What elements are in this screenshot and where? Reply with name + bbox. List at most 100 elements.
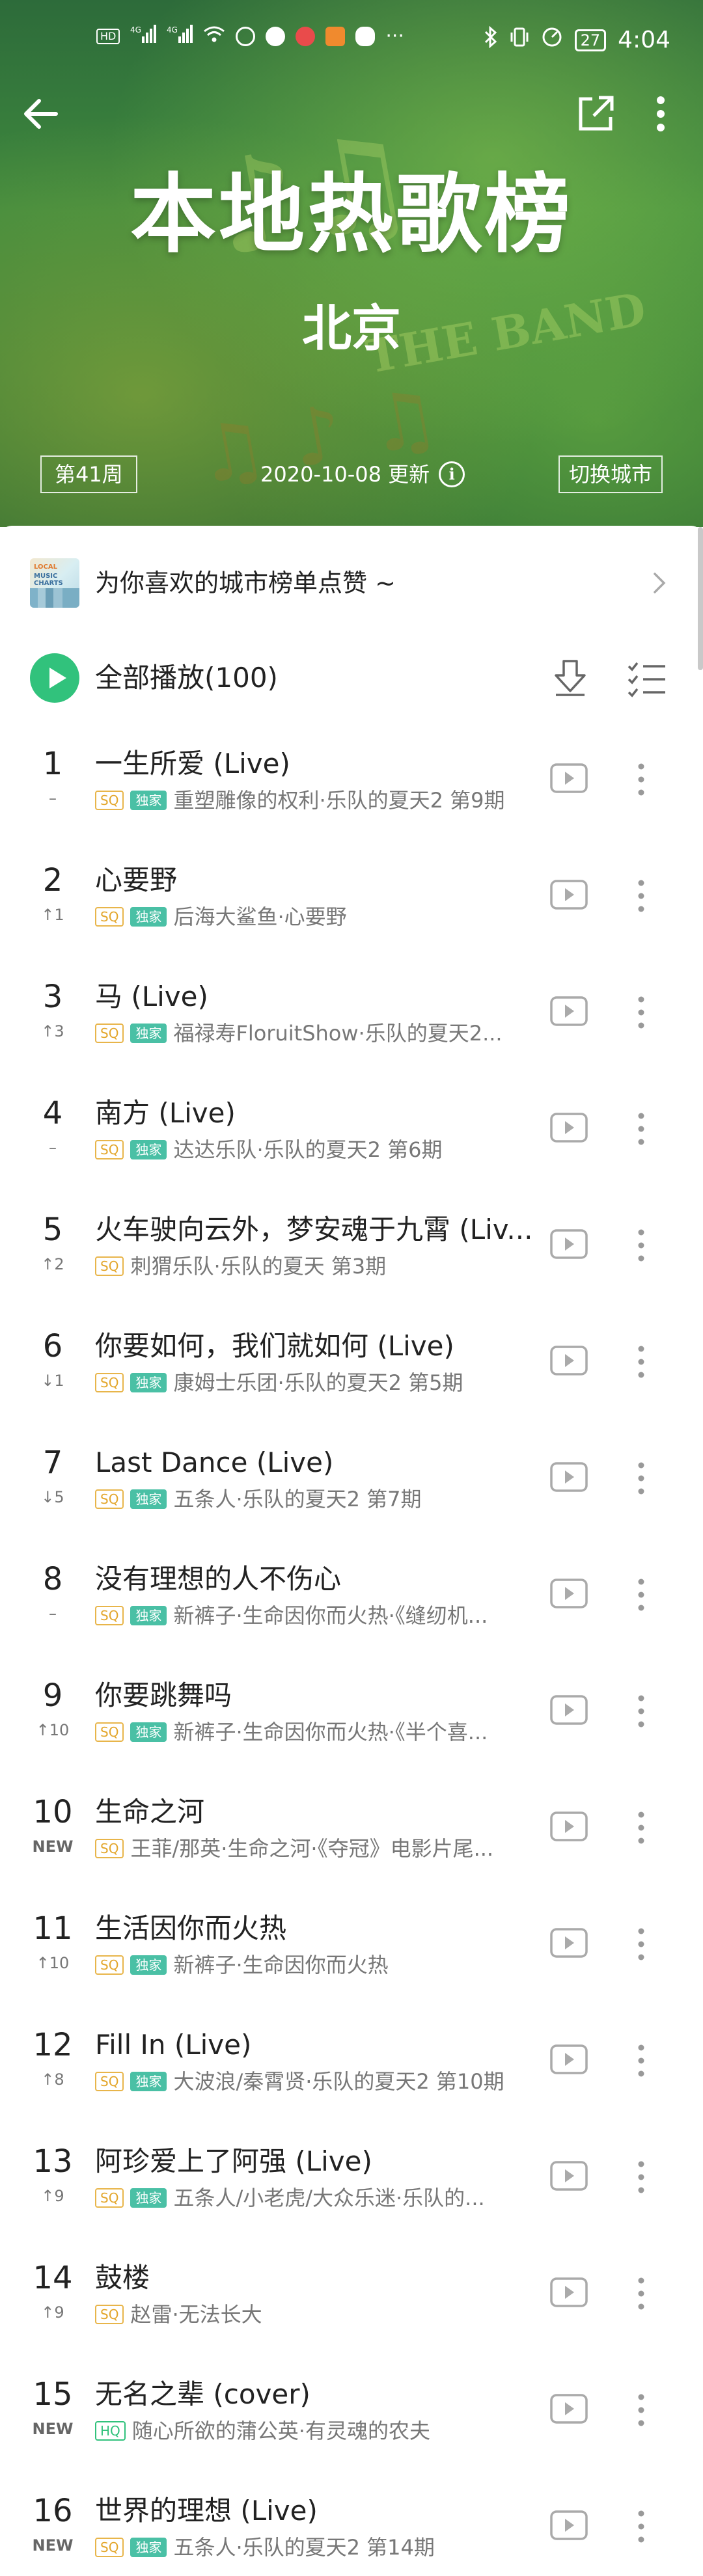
- mv-play-icon[interactable]: [549, 2393, 588, 2424]
- song-artist-album: 福禄寿FloruitShow·乐队的夏天2...: [173, 1022, 503, 1045]
- song-artist-album: 赵雷·无法长大: [130, 2303, 262, 2326]
- song-more-icon[interactable]: [631, 875, 651, 917]
- song-more-icon[interactable]: [631, 2156, 651, 2198]
- song-title: 阿珍爱上了阿强 (Live): [95, 2145, 372, 2177]
- mv-play-icon[interactable]: [549, 2510, 588, 2541]
- song-title: 鼓楼: [95, 2262, 150, 2294]
- battery-indicator: 27: [574, 29, 607, 51]
- song-meta: SQ 独家 后海大鲨鱼·心要野: [95, 905, 551, 929]
- scrollbar-thumb[interactable]: [698, 527, 703, 670]
- song-meta: SQ 独家 新裤子·生命因你而火热: [95, 1953, 551, 1977]
- song-rank: 7: [42, 1444, 63, 1481]
- song-rank: 14: [33, 2260, 73, 2296]
- song-rank: 9: [42, 1677, 63, 1714]
- mv-play-icon[interactable]: [549, 996, 588, 1027]
- exclusive-badge: 独家: [130, 2538, 167, 2557]
- mv-play-icon[interactable]: [549, 1112, 588, 1143]
- mv-play-icon[interactable]: [549, 1811, 588, 1842]
- song-more-icon[interactable]: [631, 1923, 651, 1965]
- song-more-icon[interactable]: [631, 1574, 651, 1616]
- mv-play-icon[interactable]: [549, 1461, 588, 1493]
- info-icon[interactable]: i: [439, 461, 465, 487]
- song-meta: SQ 独家 新裤子·生命因你而火热·《半个喜...: [95, 1720, 551, 1744]
- update-info: 2020-10-08 更新 i: [260, 457, 465, 492]
- local-charts-thumbnail: LOCAL MUSIC CHARTS: [30, 558, 79, 608]
- song-row[interactable]: 4 – 南方 (Live) SQ 独家 达达乐队·乐队的夏天2 第6期: [0, 1065, 703, 1182]
- song-rank: 15: [33, 2376, 73, 2413]
- skyline-graphic: [30, 588, 79, 608]
- song-more-icon[interactable]: [631, 759, 651, 800]
- switch-city-button[interactable]: 切换城市: [558, 455, 663, 493]
- song-row[interactable]: 8 – 没有理想的人不伤心 SQ 独家 新裤子·生命因你而火热·《缝纫机...: [0, 1531, 703, 1647]
- song-more-icon[interactable]: [631, 2273, 651, 2314]
- mv-play-icon[interactable]: [549, 879, 588, 910]
- song-row[interactable]: 2 ↑1 心要野 SQ 独家 后海大鲨鱼·心要野: [0, 832, 703, 949]
- quality-badge: SQ: [95, 2538, 124, 2557]
- quality-badge: SQ: [95, 1024, 124, 1043]
- song-row[interactable]: 5 ↑2 火车驶向云外，梦安魂于九霄 (Liv... SQ 刺猬乐队·乐队的夏天 第3期: [0, 1182, 703, 1298]
- mv-play-icon[interactable]: [549, 1345, 588, 1376]
- song-row[interactable]: 9 ↑10 你要跳舞吗 SQ 独家 新裤子·生命因你而火热·《半个喜...: [0, 1647, 703, 1764]
- song-row[interactable]: 11 ↑10 生活因你而火热 SQ 独家 新裤子·生命因你而火热: [0, 1880, 703, 1997]
- song-row[interactable]: 10 NEW 生命之河 SQ 王菲/那英·生命之河·《夺冠》电影片尾...: [0, 1764, 703, 1880]
- rank-change: ↑10: [36, 1721, 70, 1739]
- song-meta: SQ 独家 五条人·乐队的夏天2 第14期: [95, 2536, 551, 2559]
- song-more-icon[interactable]: [631, 1457, 651, 1499]
- song-title: 一生所爱 (Live): [95, 748, 290, 780]
- mv-play-icon[interactable]: [549, 2160, 588, 2191]
- song-rank: 1: [42, 746, 63, 782]
- song-row[interactable]: 1 – 一生所爱 (Live) SQ 独家 重塑雕像的权利·乐队的夏天2 第9期: [0, 716, 703, 832]
- update-date: 2020-10-08 更新: [260, 462, 430, 487]
- play-all-row: 全部播放(100): [0, 644, 703, 709]
- song-meta: SQ 独家 大波浪/秦霄贤·乐队的夏天2 第10期: [95, 2070, 551, 2093]
- song-row[interactable]: 3 ↑3 马 (Live) SQ 独家 福禄寿FloruitShow·乐队的夏天2...: [0, 949, 703, 1065]
- back-button[interactable]: [20, 91, 65, 137]
- rank-change: ↓1: [41, 1372, 64, 1390]
- exclusive-badge: 独家: [130, 1140, 167, 1159]
- song-row[interactable]: 16 NEW 世界的理想 (Live) SQ 独家 五条人·乐队的夏天2 第14期: [0, 2463, 703, 2576]
- song-row[interactable]: 13 ↑9 阿珍爱上了阿强 (Live) SQ 独家 五条人/小老虎/大众乐迷·乐队的..…: [0, 2113, 703, 2230]
- play-all-button[interactable]: [30, 653, 79, 703]
- song-more-icon[interactable]: [631, 1225, 651, 1266]
- mv-play-icon[interactable]: [549, 763, 588, 794]
- exclusive-badge: 独家: [130, 2072, 167, 2091]
- rank-change: –: [49, 1605, 57, 1623]
- rank-change: NEW: [32, 2536, 74, 2555]
- arrow-left-icon: [24, 99, 58, 129]
- song-rank: 12: [33, 2027, 73, 2063]
- song-more-icon[interactable]: [631, 2040, 651, 2081]
- multi-select-icon[interactable]: [626, 658, 668, 698]
- song-row[interactable]: 7 ↓5 Last Dance (Live) SQ 独家 五条人·乐队的夏天2 第7期: [0, 1415, 703, 1531]
- mv-play-icon[interactable]: [549, 1927, 588, 1959]
- download-icon[interactable]: [551, 657, 590, 699]
- mv-play-icon[interactable]: [549, 1578, 588, 1609]
- song-meta: SQ 赵雷·无法长大: [95, 2303, 551, 2326]
- more-options-button[interactable]: [641, 91, 680, 137]
- play-all-label[interactable]: 全部播放(100): [95, 660, 278, 696]
- song-row[interactable]: 12 ↑8 Fill In (Live) SQ 独家 大波浪/秦霄贤·乐队的夏天2 第10…: [0, 1997, 703, 2113]
- song-more-icon[interactable]: [631, 1690, 651, 1732]
- exclusive-badge: 独家: [130, 1722, 167, 1742]
- quality-badge: SQ: [95, 1373, 124, 1392]
- mv-play-icon[interactable]: [549, 2277, 588, 2308]
- song-row[interactable]: 6 ↓1 你要如何，我们就如何 (Live) SQ 独家 康姆士乐团·乐队的夏天2 第5期: [0, 1298, 703, 1415]
- song-row[interactable]: 14 ↑9 鼓楼 SQ 赵雷·无法长大: [0, 2230, 703, 2346]
- song-more-icon[interactable]: [631, 2506, 651, 2547]
- mv-play-icon[interactable]: [549, 2044, 588, 2075]
- city-vote-banner[interactable]: LOCAL MUSIC CHARTS 为你喜欢的城市榜单点赞 ~: [0, 526, 703, 643]
- mv-play-icon[interactable]: [549, 1228, 588, 1260]
- thumb-label: LOCAL: [34, 563, 57, 571]
- song-row[interactable]: 15 NEW 无名之辈 (cover) HQ 随心所欲的蒲公英·有灵魂的农夫: [0, 2346, 703, 2463]
- song-rank: 4: [42, 1095, 63, 1132]
- song-more-icon[interactable]: [631, 992, 651, 1033]
- song-meta: SQ 独家 新裤子·生命因你而火热·《缝纫机...: [95, 1604, 551, 1627]
- song-more-icon[interactable]: [631, 1341, 651, 1383]
- week-tag[interactable]: 第41周: [40, 455, 137, 493]
- song-more-icon[interactable]: [631, 1108, 651, 1150]
- song-more-icon[interactable]: [631, 2389, 651, 2431]
- mv-play-icon[interactable]: [549, 1694, 588, 1726]
- speed-icon: [541, 26, 563, 54]
- song-more-icon[interactable]: [631, 1807, 651, 1849]
- share-button[interactable]: [573, 91, 618, 137]
- rank-change: ↑9: [41, 2187, 64, 2205]
